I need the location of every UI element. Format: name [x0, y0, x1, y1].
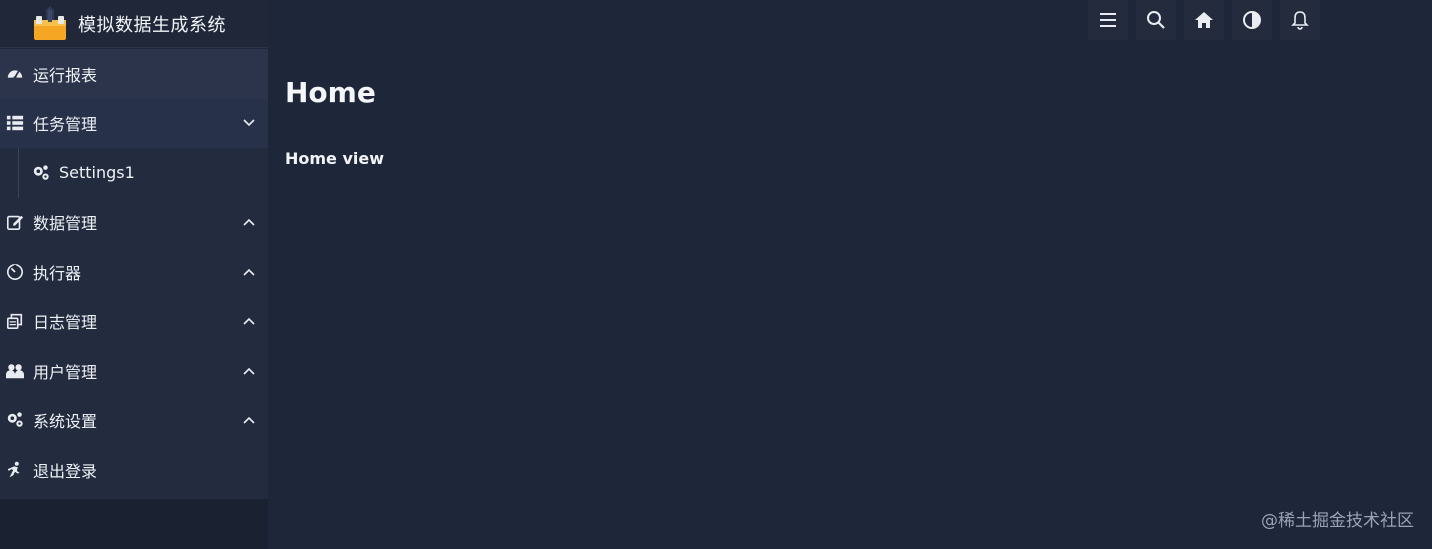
dashboard-icon	[5, 64, 25, 84]
copy-icon	[5, 311, 25, 331]
sidebar-item-label: Settings1	[59, 163, 135, 183]
main-content: Home Home view	[285, 0, 1432, 549]
sidebar-item-label: 系统设置	[33, 412, 98, 432]
app-logo-icon	[34, 5, 66, 40]
sidebar-item-logout[interactable]: 退出登录	[0, 445, 268, 495]
sidebar-footer	[0, 499, 268, 549]
app-root: 模拟数据生成系统 运行报表 任务管理 Settings1 数据管理 执行器 日志…	[0, 0, 1432, 549]
chevron-up-icon	[243, 318, 255, 325]
sidebar-item-executor[interactable]: 执行器	[0, 247, 268, 297]
sidebar-item-label: 任务管理	[33, 115, 98, 135]
sidebar: 模拟数据生成系统 运行报表 任务管理 Settings1 数据管理 执行器 日志…	[0, 0, 268, 549]
sidebar-item-logs[interactable]: 日志管理	[0, 297, 268, 347]
chevron-up-icon	[243, 367, 255, 375]
sidebar-item-label: 用户管理	[33, 362, 98, 382]
brand[interactable]: 模拟数据生成系统	[0, 0, 268, 48]
sidebar-item-system-settings[interactable]: 系统设置	[0, 396, 268, 446]
chevron-up-icon	[243, 417, 255, 424]
list-icon	[5, 113, 25, 133]
chevron-up-icon	[243, 268, 255, 276]
chevron-up-icon	[243, 219, 255, 226]
gears-icon	[5, 410, 25, 430]
sidebar-item-label: 运行报表	[33, 65, 98, 85]
chevron-down-icon	[243, 119, 255, 127]
sidebar-item-label: 执行器	[33, 263, 82, 283]
users-icon	[5, 361, 25, 381]
edit-icon	[5, 212, 25, 232]
timer-icon	[5, 262, 25, 282]
page-title: Home	[285, 76, 376, 109]
sidebar-item-data[interactable]: 数据管理	[0, 198, 268, 248]
sidebar-item-label: 数据管理	[33, 214, 98, 234]
app-title: 模拟数据生成系统	[78, 14, 226, 36]
sidebar-item-settings1[interactable]: Settings1	[0, 148, 268, 198]
sidebar-item-label: 日志管理	[33, 313, 98, 333]
page-subtitle: Home view	[285, 149, 385, 168]
gears-icon	[31, 163, 51, 183]
sidebar-item-users[interactable]: 用户管理	[0, 346, 268, 396]
watermark: @稀土掘金技术社区	[1261, 511, 1414, 531]
sidebar-menu: 运行报表 任务管理 Settings1 数据管理 执行器 日志管理 用户管理 系…	[0, 49, 268, 499]
running-icon	[5, 460, 25, 480]
sidebar-item-reports[interactable]: 运行报表	[0, 49, 268, 99]
sidebar-item-tasks[interactable]: 任务管理	[0, 98, 268, 148]
sidebar-item-label: 退出登录	[33, 461, 98, 481]
